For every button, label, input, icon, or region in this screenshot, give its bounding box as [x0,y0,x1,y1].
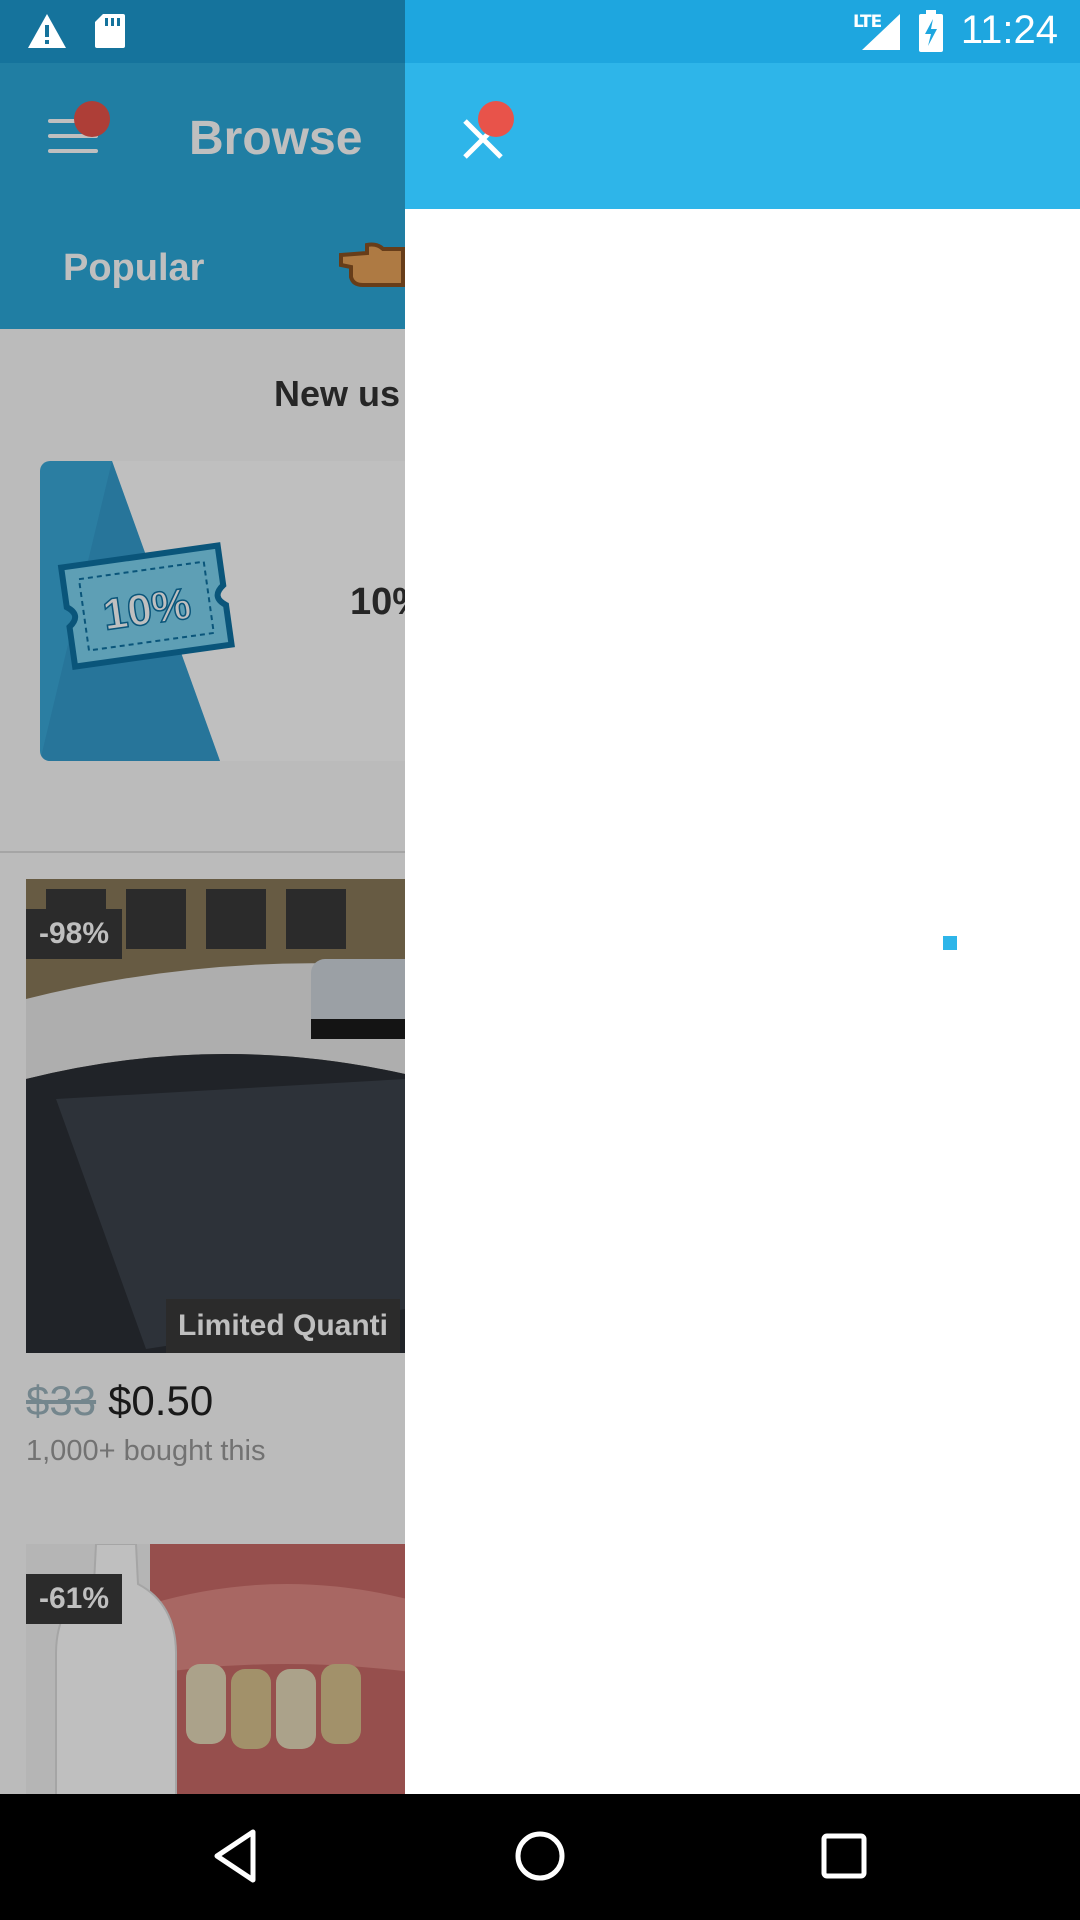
status-bar: LTE 11:24 [0,0,1080,63]
drawer-scrim[interactable] [0,0,405,1794]
sd-card-icon [95,14,125,48]
home-icon[interactable] [508,1824,572,1888]
notification-dot [478,101,514,137]
clock: 11:24 [960,8,1058,52]
navigation-bar [0,1794,1080,1920]
loading-indicator [943,936,957,950]
drawer-header [405,63,1080,209]
signal-icon [862,14,900,50]
recents-icon[interactable] [812,1824,876,1888]
warning-icon [28,14,66,48]
side-drawer [405,63,1080,1794]
battery-charging-icon [919,10,943,52]
back-icon[interactable] [205,1824,269,1888]
